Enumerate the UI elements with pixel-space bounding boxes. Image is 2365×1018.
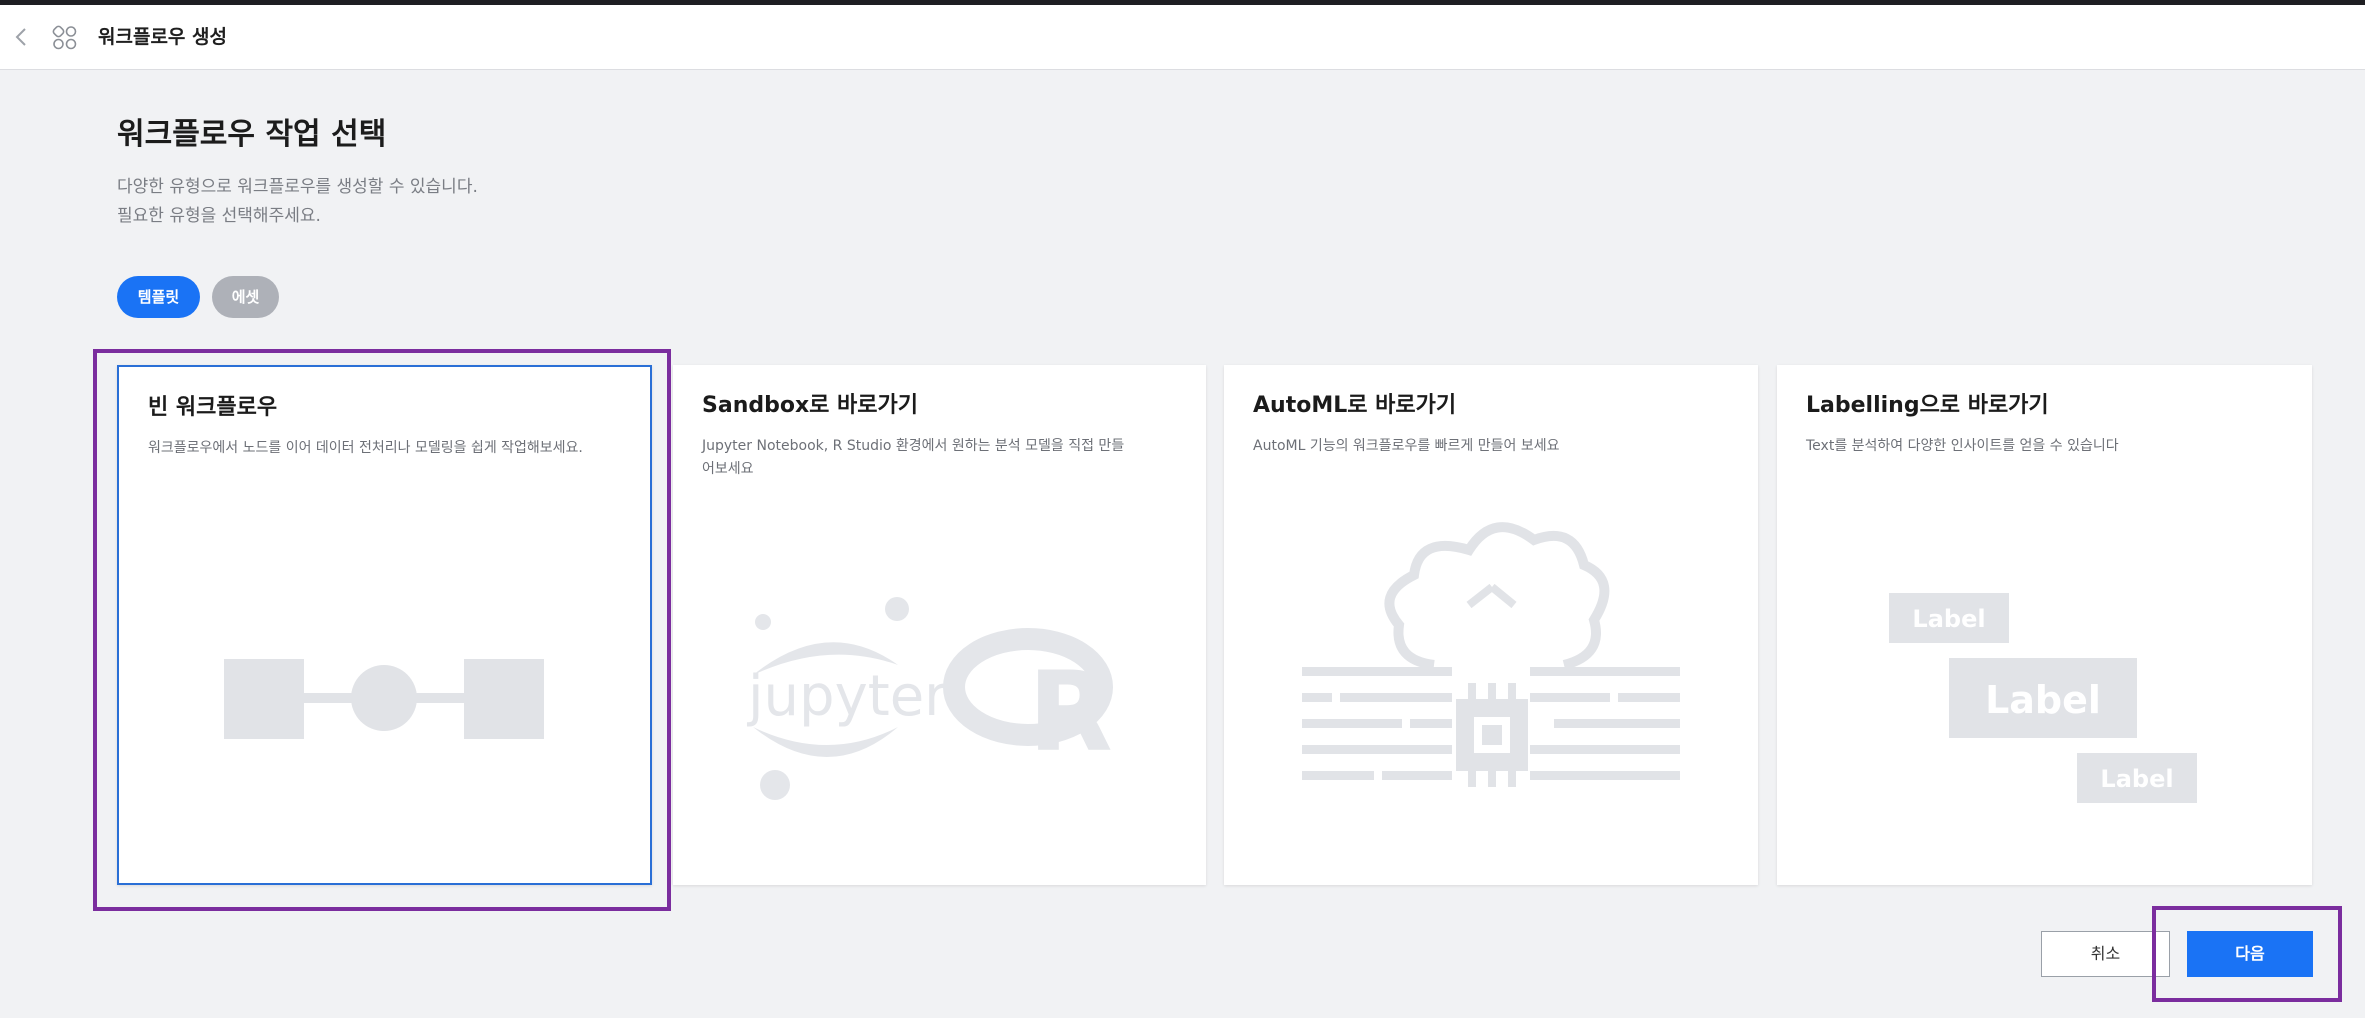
back-button[interactable] [10, 25, 34, 49]
card-labelling[interactable]: Labelling으로 바로가기 Text를 분석하여 다양한 인사이트를 얻을… [1777, 365, 2312, 885]
cloud-chip-illustration [1302, 522, 1680, 787]
label-tags-illustration: Label Label Label [1889, 593, 2197, 803]
selection-highlight-card [93, 349, 671, 911]
description-line-2: 필요한 유형을 선택해주세요. [117, 206, 321, 226]
tab-asset[interactable]: 에셋 [212, 276, 279, 318]
card-sandbox[interactable]: Sandbox로 바로가기 Jupyter Notebook, R Studio… [673, 365, 1206, 885]
page-description: 다양한 유형으로 워크플로우를 생성할 수 있습니다. 필요한 유형을 선택해주… [117, 173, 478, 231]
tab-template[interactable]: 템플릿 [117, 276, 200, 318]
app-header: 워크플로우 생성 [0, 5, 2365, 70]
jupyter-r-illustration: jupyter R [746, 597, 1113, 800]
jupyter-art-text: jupyter [746, 664, 948, 729]
workflow-apps-icon [52, 25, 78, 51]
header-title: 워크플로우 생성 [98, 26, 227, 48]
page-title: 워크플로우 작업 선택 [117, 117, 387, 152]
selection-highlight-next [2152, 906, 2342, 1002]
label-tag-large: Label [1985, 678, 2101, 722]
chevron-left-icon [15, 28, 26, 46]
description-line-1: 다양한 유형으로 워크플로우를 생성할 수 있습니다. [117, 177, 478, 197]
card-automl[interactable]: AutoML로 바로가기 AutoML 기능의 워크플로우를 빠르게 만들어 보… [1224, 365, 1758, 885]
label-tag-small-top: Label [1912, 605, 1985, 633]
cancel-button[interactable]: 취소 [2041, 931, 2170, 977]
r-art-text: R [1028, 648, 1113, 776]
label-tag-small-bottom: Label [2100, 765, 2173, 793]
